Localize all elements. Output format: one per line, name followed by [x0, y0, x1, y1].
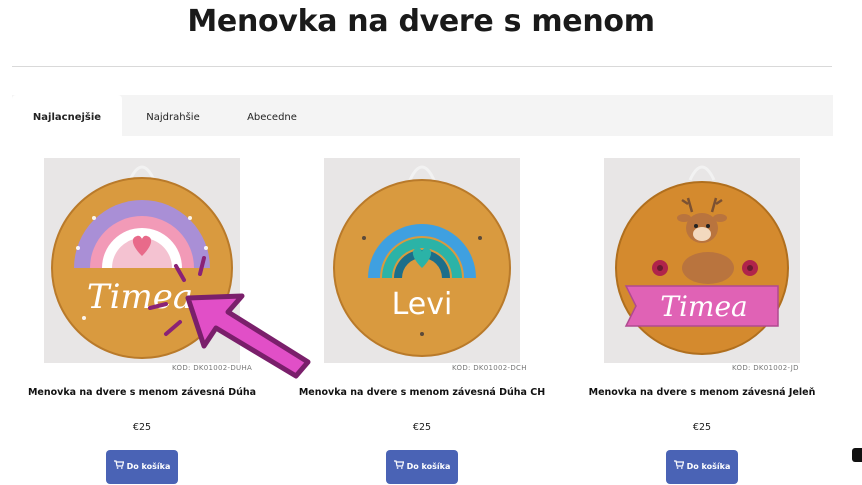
- tab-najlacnejsie[interactable]: Najlacnejšie: [12, 95, 122, 136]
- add-to-cart-button[interactable]: Do košíka: [386, 450, 458, 484]
- plaque-text: Levi: [392, 287, 453, 322]
- product-card: Timea KÓD: DK01002-DUHA Menovka na dvere…: [12, 158, 272, 485]
- product-price: €25: [132, 422, 152, 433]
- product-image[interactable]: Levi: [324, 158, 520, 363]
- product-code: KÓD: DK01002-DCH: [452, 364, 527, 372]
- add-to-cart-label: Do košíka: [126, 462, 171, 471]
- product-name[interactable]: Menovka na dvere s menom závesná Dúha: [12, 387, 272, 398]
- product-image[interactable]: Timea: [604, 158, 800, 363]
- product-code: KÓD: DK01002-JD: [732, 364, 799, 372]
- shopping-cart-icon: [673, 450, 684, 484]
- product-price: €25: [412, 422, 432, 433]
- product-image[interactable]: Timea: [44, 158, 240, 363]
- product-price: €25: [692, 422, 712, 433]
- add-to-cart-label: Do košíka: [406, 462, 451, 471]
- product-card: Timea KÓD: DK01002-JD Menovka na dvere s…: [572, 158, 832, 485]
- title-divider: [12, 66, 832, 67]
- plaque-text: Timea: [660, 290, 747, 323]
- add-to-cart-button[interactable]: Do košíka: [106, 450, 178, 484]
- product-name[interactable]: Menovka na dvere s menom závesná Dúha CH: [292, 387, 552, 398]
- add-to-cart-button[interactable]: Do košíka: [666, 450, 738, 484]
- tab-abecedne[interactable]: Abecedne: [224, 95, 320, 136]
- product-name[interactable]: Menovka na dvere s menom závesná Jeleň: [572, 387, 832, 398]
- edge-element: [852, 448, 862, 462]
- shopping-cart-icon: [113, 450, 124, 484]
- page-title: Menovka na dvere s menom: [187, 4, 655, 39]
- sort-tabs: Najlacnejšie Najdrahšie Abecedne: [12, 95, 833, 136]
- product-card: Levi KÓD: DK01002-DCH Menovka na dvere s…: [292, 158, 552, 485]
- plaque-text: Timea: [87, 277, 193, 317]
- add-to-cart-label: Do košíka: [686, 462, 731, 471]
- product-code: KÓD: DK01002-DUHA: [172, 364, 253, 372]
- shopping-cart-icon: [393, 450, 404, 484]
- tab-najdrahsie[interactable]: Najdrahšie: [122, 95, 224, 136]
